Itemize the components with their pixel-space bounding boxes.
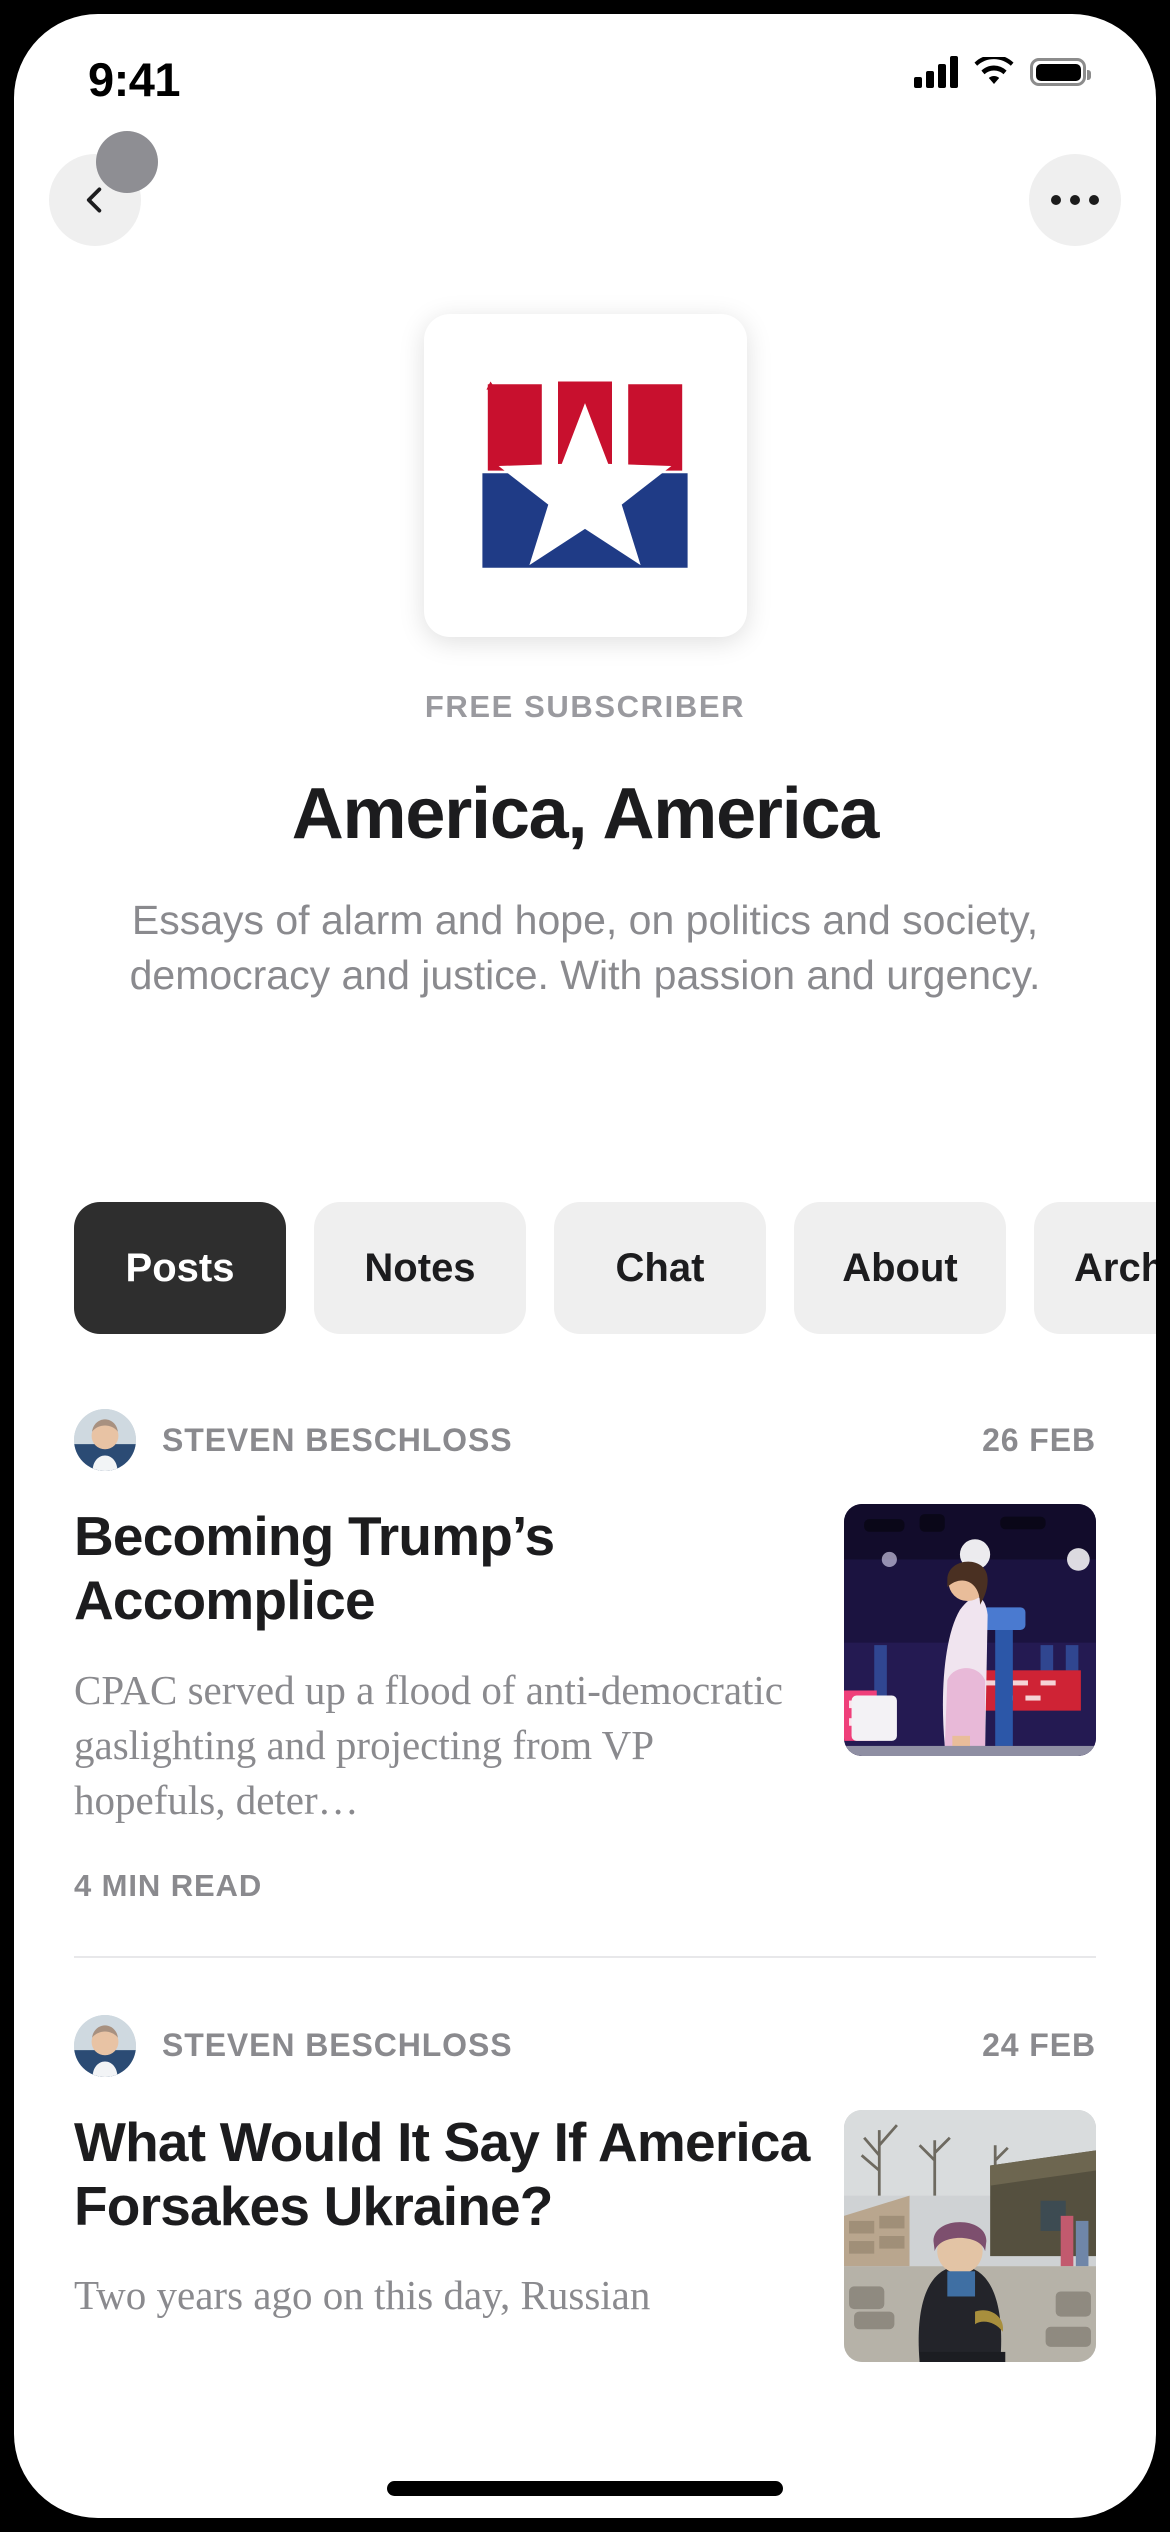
- avatar-photo-icon: [74, 2014, 136, 2077]
- tab-bar[interactable]: Posts Notes Chat About Archive: [14, 1202, 1156, 1334]
- phone-screen: 9:41 FREE SUBSCRIBER America, America Es…: [14, 14, 1156, 2518]
- post-date: 24 FEB: [982, 2027, 1096, 2063]
- subscriber-status-label: FREE SUBSCRIBER: [424, 689, 746, 724]
- publication-title: America, America: [291, 774, 880, 854]
- author-avatar: [74, 1409, 136, 1471]
- post-thumbnail[interactable]: [844, 2109, 1096, 2362]
- pointer-cursor: [96, 131, 158, 193]
- status-bar-time: 9:41: [88, 53, 181, 106]
- post-author: STEVEN BESCHLOSS: [162, 1421, 513, 1458]
- post-list-item[interactable]: STEVEN BESCHLOSS 24 FEB What Would It Sa…: [14, 2010, 1156, 2362]
- chevron-left-icon: [86, 187, 102, 213]
- america-america-flag-logo: [482, 381, 688, 568]
- post-excerpt: Two years ago on this day, Russian: [74, 2272, 651, 2319]
- post-excerpt: CPAC served up a flood of anti-democrati…: [74, 1666, 783, 1823]
- ukraine-village-woman-photo: [844, 2109, 1096, 2362]
- post-thumbnail[interactable]: [844, 1504, 1096, 1756]
- post-date: 26 FEB: [982, 1421, 1096, 1458]
- status-bar-indicators: [914, 56, 1091, 88]
- post-text-block: What Would It Say If America Forsakes Uk…: [74, 2110, 810, 2362]
- post-body: What Would It Say If America Forsakes Uk…: [74, 2109, 1096, 2362]
- tab-notes[interactable]: Notes: [314, 1202, 526, 1334]
- cellular-signal-icon: [914, 56, 958, 88]
- publication-description: Essays of alarm and hope, on politics an…: [129, 897, 1041, 998]
- status-bar: 9:41: [14, 14, 1156, 144]
- more-options-button[interactable]: [1029, 154, 1121, 246]
- post-title[interactable]: What Would It Say If America Forsakes Uk…: [74, 2110, 810, 2239]
- battery-full-icon: [1030, 58, 1091, 86]
- ellipsis-icon: [1051, 195, 1099, 205]
- post-read-time: 4 MIN READ: [74, 1867, 263, 1903]
- wifi-icon: [974, 57, 1014, 84]
- home-indicator: [387, 2481, 783, 2496]
- author-avatar: [74, 2014, 136, 2077]
- tab-chat[interactable]: Chat: [554, 1202, 766, 1334]
- tab-about[interactable]: About: [794, 1202, 1006, 1334]
- post-author: STEVEN BESCHLOSS: [162, 2027, 513, 2063]
- post-title[interactable]: Becoming Trump’s Accomplice: [74, 1504, 810, 1633]
- post-list-item[interactable]: STEVEN BESCHLOSS 26 FEB Becoming Trump’s…: [14, 1404, 1156, 1904]
- post-text-block: Becoming Trump’s Accomplice CPAC served …: [74, 1504, 810, 1828]
- publication-header: FREE SUBSCRIBER America, America Essays …: [14, 314, 1156, 1002]
- avatar-photo-icon: [74, 1409, 136, 1471]
- phone-device-frame: 9:41 FREE SUBSCRIBER America, America Es…: [0, 0, 1170, 2532]
- tab-posts[interactable]: Posts: [74, 1202, 286, 1334]
- tab-archive[interactable]: Archive: [1034, 1202, 1156, 1334]
- post-divider: [74, 1955, 1096, 1958]
- post-meta: STEVEN BESCHLOSS 26 FEB: [74, 1404, 1096, 1476]
- publication-logo: [423, 314, 747, 637]
- post-meta: STEVEN BESCHLOSS 24 FEB: [74, 2010, 1096, 2082]
- cpac-stage-speaker-photo: [844, 1504, 1096, 1756]
- posts-feed: STEVEN BESCHLOSS 26 FEB Becoming Trump’s…: [14, 1404, 1156, 2362]
- navigation-bar: [14, 131, 1156, 264]
- post-body: Becoming Trump’s Accomplice CPAC served …: [74, 1504, 1096, 1828]
